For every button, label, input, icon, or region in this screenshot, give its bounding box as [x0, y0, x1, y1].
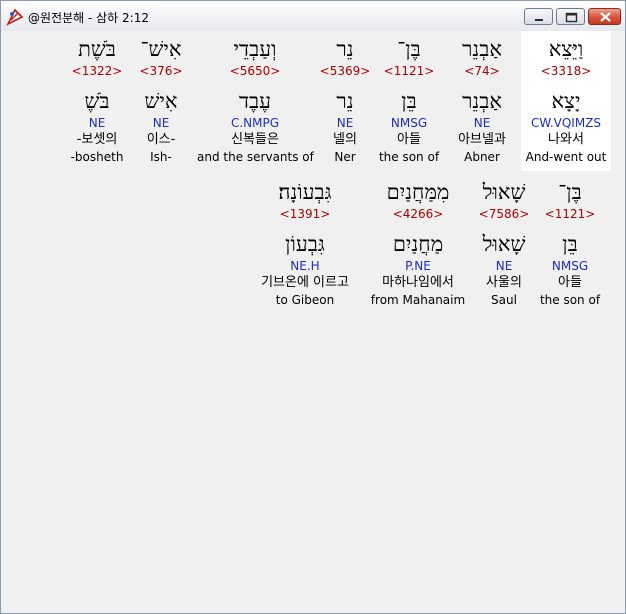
hebrew-word: מִמַּחֲנַיִם: [386, 180, 450, 204]
english-gloss: -bosheth: [70, 150, 124, 164]
hebrew-word: בֹּשֶׁת: [78, 37, 116, 61]
close-icon: [600, 12, 611, 22]
minimize-button[interactable]: [524, 8, 553, 25]
minimize-icon: [535, 19, 543, 21]
hebrew-word: גִּבְעוֹנָה׃: [278, 180, 332, 204]
app-logo-icon: [6, 8, 24, 26]
word-cell[interactable]: שָׁאוּל <7586> שָׁאוּל NE 사울의 Saul: [465, 178, 543, 308]
hebrew-lemma: שָׁאוּל: [482, 232, 526, 256]
strong-number[interactable]: <376>: [133, 63, 189, 79]
korean-gloss: 넬의: [333, 132, 357, 147]
english-gloss: Saul: [491, 293, 517, 307]
hebrew-lemma: נֵר: [336, 89, 354, 113]
morphology-code: CW.VQIMZS: [530, 116, 602, 130]
title-bar[interactable]: @원전분해 - 삼하 2:12: [1, 1, 625, 31]
hebrew-word: שָׁאוּל: [482, 180, 526, 204]
hebrew-word: אִישׁ־: [140, 37, 182, 61]
korean-gloss: 마하나임에서: [382, 275, 454, 290]
word-cell[interactable]: מִמַּחֲנַיִם <4266> מַחֲנַיִם P.NE 마하나임에…: [368, 178, 468, 308]
hebrew-lemma: אִישׁ: [144, 89, 178, 113]
hebrew-lemma: עֶבֶד: [238, 89, 272, 113]
korean-gloss: 이스-: [146, 132, 176, 147]
app-window: @원전분해 - 삼하 2:12 וַיֵּצֵא <3318> יָצָא CW…: [0, 0, 626, 614]
hebrew-word: נֵר: [336, 37, 354, 61]
word-cell[interactable]: נֵר <5369> נֵר NE 넬의 Ner: [301, 35, 389, 165]
strong-number[interactable]: <3318>: [522, 63, 610, 79]
english-gloss: from Mahanaim: [370, 293, 466, 307]
maximize-button[interactable]: [556, 8, 585, 25]
korean-gloss: 신복들은: [231, 132, 279, 147]
hebrew-lemma: גִּבְעוֹן: [285, 232, 325, 256]
english-gloss: and the servants of: [197, 150, 314, 164]
analysis-panel: וַיֵּצֵא <3318> יָצָא CW.VQIMZS 나와서 And-…: [4, 31, 622, 611]
hebrew-lemma: בֹּשֶׁ: [84, 89, 110, 113]
word-cell[interactable]: גִּבְעוֹנָה׃ <1391> גִּבְעוֹן NE.H 기브온에 …: [240, 178, 370, 308]
korean-gloss: -보셋의: [76, 132, 118, 147]
strong-number[interactable]: <4266>: [368, 206, 468, 222]
morphology-code: NE.H: [290, 259, 320, 273]
morphology-code: C.NMPG: [230, 116, 280, 130]
hebrew-word: וַיֵּצֵא: [548, 37, 584, 61]
morphology-code: P.NE: [405, 259, 431, 273]
word-cell[interactable]: בֹּשֶׁת <1322> בֹּשֶׁ NE -보셋의 -bosheth: [62, 35, 132, 165]
korean-gloss: 기브온에 이르고: [261, 275, 349, 290]
strong-number[interactable]: <1391>: [240, 206, 370, 222]
korean-gloss: 사울의: [486, 275, 522, 290]
hebrew-lemma: יָצָא: [551, 89, 581, 113]
strong-number[interactable]: <5650>: [197, 63, 313, 79]
morphology-code: NE: [88, 116, 106, 130]
english-gloss: to Gibeon: [275, 293, 335, 307]
strong-number[interactable]: <7586>: [465, 206, 543, 222]
close-button[interactable]: [588, 8, 621, 25]
english-gloss: Ner: [334, 150, 356, 164]
morphology-code: NE: [495, 259, 513, 273]
hebrew-lemma: מַחֲנַיִם: [392, 232, 444, 256]
strong-number[interactable]: <5369>: [301, 63, 389, 79]
word-cell[interactable]: אִישׁ־ <376> אִישׁ NE 이스- Ish-: [133, 35, 189, 165]
korean-gloss: 나와서: [548, 132, 584, 147]
morphology-code: NE: [336, 116, 354, 130]
hebrew-word: וְעַבְדֵי: [233, 37, 277, 61]
window-title: @원전분해 - 삼하 2:12: [28, 11, 149, 25]
word-cell[interactable]: וַיֵּצֵא <3318> יָצָא CW.VQIMZS 나와서 And-…: [522, 35, 610, 165]
strong-number[interactable]: <1322>: [62, 63, 132, 79]
morphology-code: NE: [152, 116, 170, 130]
word-cell[interactable]: וְעַבְדֵי <5650> עֶבֶד C.NMPG 신복들은 and t…: [197, 35, 314, 165]
english-gloss: Ish-: [150, 150, 172, 164]
english-gloss: And-went out: [525, 150, 607, 164]
